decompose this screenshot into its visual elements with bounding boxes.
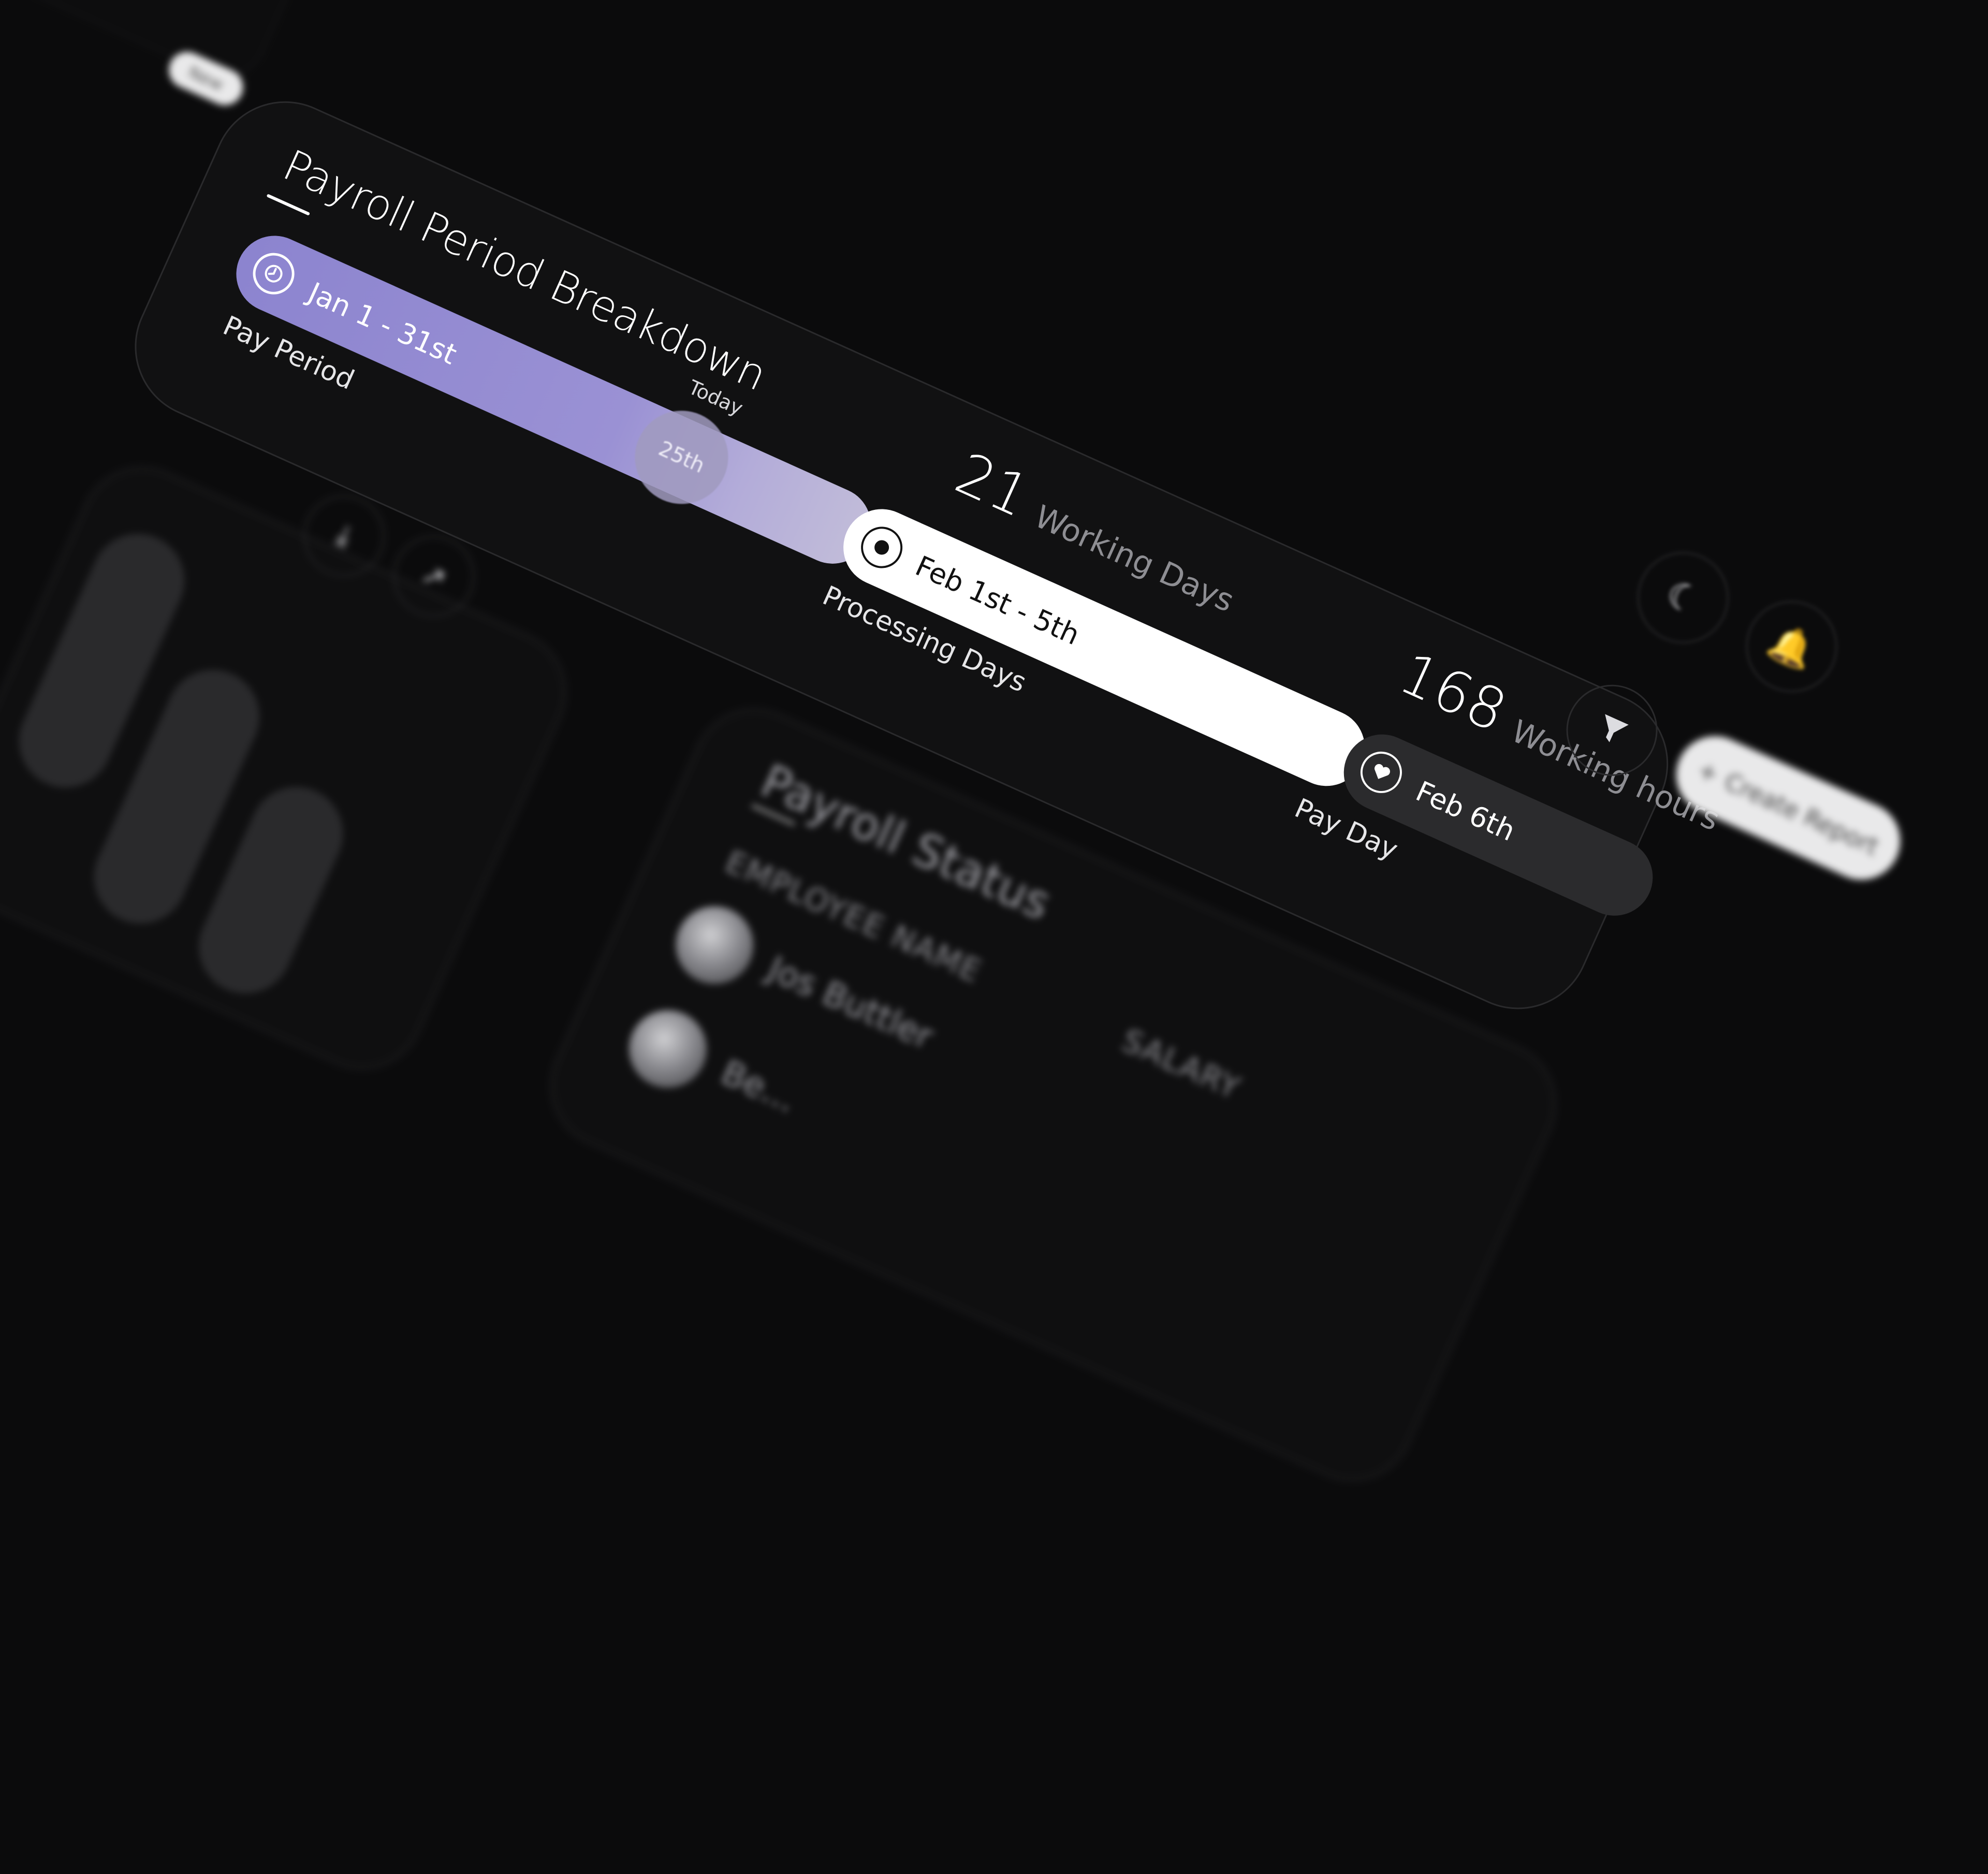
plus-icon: + [1693, 755, 1723, 789]
heart-icon [1354, 745, 1409, 800]
radio-dot-icon [854, 520, 910, 575]
column-header-salary: SALARY [1116, 1022, 1246, 1107]
pay-day-date: Feb 6th [1411, 774, 1521, 848]
moon-icon[interactable]: ☾ [1622, 537, 1744, 658]
avatar [663, 894, 766, 997]
avatar [616, 998, 720, 1101]
working-hours-value: 168 [1390, 639, 1516, 745]
employee-name: Be... [715, 1052, 802, 1120]
create-report-label: Create Report [1720, 767, 1883, 861]
employee-name: Jos Buttler [762, 948, 939, 1057]
working-days-value: 21 [946, 440, 1040, 531]
create-report-button[interactable]: + Create Report [1663, 723, 1913, 892]
today-day: 25th [655, 436, 708, 478]
bell-icon[interactable]: 🔔 [1731, 586, 1852, 707]
clock-icon [246, 246, 301, 301]
dashboard-scene: New Payroll Period Breakdown Jan 1 - 31s… [0, 0, 1913, 1836]
